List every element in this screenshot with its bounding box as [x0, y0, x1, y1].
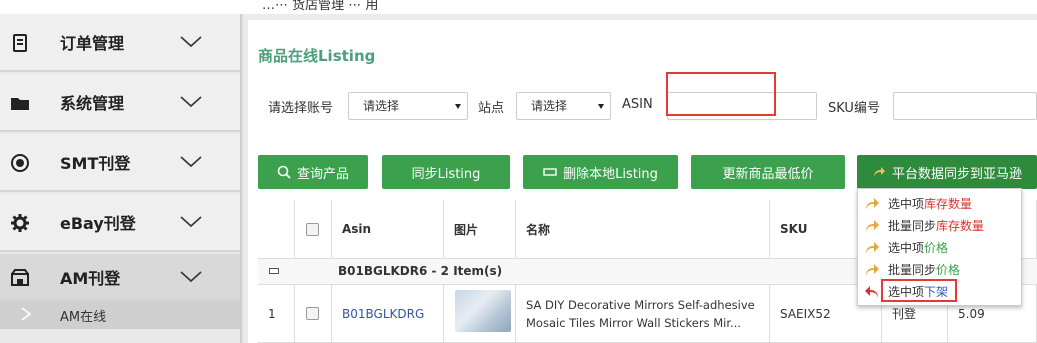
query-products-label: 查询产品 [296, 166, 349, 182]
row-name-line1: SA DIY Decorative Mirrors Self-adhesive [526, 297, 755, 312]
update-lowest-price-button[interactable]: 更新商品最低价 [691, 155, 845, 189]
share-arrow-icon [866, 219, 879, 232]
menu-item-batch-stock[interactable]: 批量同步库存数量 [858, 215, 1023, 236]
gear-icon [11, 214, 29, 232]
table-header-image: 图片 [444, 200, 516, 259]
menu-item-highlight: 价格 [936, 263, 961, 277]
chevron-down-icon [180, 156, 202, 168]
menu-item-prefix: 批量同步 [888, 219, 937, 233]
menu-item-selected-stock[interactable]: 选中项库存数量 [858, 193, 1023, 214]
row-name-cell: SA DIY Decorative Mirrors Self-adhesive … [516, 285, 770, 343]
table-header-asin: Asin [332, 200, 444, 259]
caret-down-icon [598, 104, 604, 109]
folder-icon [11, 98, 29, 110]
account-select[interactable]: 请选择 [348, 92, 468, 120]
delist-highlight-box [881, 279, 957, 302]
sidebar-item-label: eBay刊登 [60, 214, 136, 233]
sidebar-item-smt[interactable]: SMT刊登 [0, 134, 240, 192]
row-checkbox[interactable] [306, 307, 319, 320]
delete-local-listing-label: 删除本地Listing [563, 166, 658, 182]
menu-item-highlight: 价格 [924, 241, 949, 255]
sidebar-subitem-label: AM在线 [60, 310, 107, 325]
update-lowest-price-label: 更新商品最低价 [722, 166, 814, 182]
sidebar-item-system[interactable]: 系统管理 [0, 74, 240, 132]
header-image-label: 图片 [454, 222, 479, 237]
query-products-button[interactable]: 查询产品 [258, 155, 368, 189]
row-price: 5.09 [958, 306, 985, 321]
menu-item-prefix: 选中项 [888, 241, 925, 255]
chevron-right-icon [21, 307, 32, 321]
sidebar-item-label: 订单管理 [60, 34, 125, 53]
asin-highlight-box [666, 72, 776, 116]
table-header-name: 名称 [516, 200, 770, 259]
collapse-toggle-icon[interactable] [269, 268, 279, 274]
menu-item-prefix: 批量同步 [888, 263, 937, 277]
chevron-down-icon [180, 270, 202, 282]
menu-item-highlight: 库存数量 [924, 197, 973, 211]
chevron-down-icon [180, 216, 202, 228]
menu-item-prefix: 选中项 [888, 197, 925, 211]
table-header-index [258, 200, 295, 259]
product-thumbnail[interactable] [455, 290, 511, 332]
platform-sync-amazon-button[interactable]: 平台数据同步到亚马逊 [857, 155, 1037, 189]
minus-box-icon [543, 168, 557, 176]
page-title: 商品在线Listing [258, 47, 376, 65]
caret-down-icon [455, 104, 461, 109]
share-arrow-icon [866, 263, 879, 276]
sku-input[interactable] [893, 92, 1037, 120]
top-strip: …⋯ 货店管理 ⋯ 用 [0, 0, 1037, 14]
header-name-label: 名称 [526, 222, 551, 237]
undo-arrow-icon [865, 285, 878, 298]
menu-item-batch-price[interactable]: 批量同步价格 [858, 259, 1023, 280]
site-label: 站点 [478, 101, 505, 116]
sync-listing-label: 同步Listing [411, 166, 481, 182]
menu-item-selected-price[interactable]: 选中项价格 [858, 237, 1023, 258]
site-select-value: 请选择 [531, 99, 568, 113]
site-select[interactable]: 请选择 [516, 92, 611, 120]
row-asin-link[interactable]: B01BGLKDRG [342, 307, 424, 321]
table-header-select [295, 200, 332, 259]
account-label: 请选择账号 [268, 101, 334, 116]
row-sku: SAEIX52 [780, 306, 831, 321]
sku-label: SKU编号 [828, 101, 880, 116]
group-label: B01BGLKDR6 - 2 Item(s) [338, 264, 503, 278]
row-index: 1 [268, 306, 276, 321]
select-all-checkbox[interactable] [306, 222, 319, 236]
document-icon [13, 34, 27, 52]
sidebar-item-label: SMT刊登 [60, 154, 131, 173]
asin-label: ASIN [622, 97, 653, 112]
row-select-cell [295, 285, 332, 343]
row-asin-cell: B01BGLKDRG [332, 285, 444, 343]
share-arrow-icon [873, 167, 885, 177]
storefront-icon [11, 269, 29, 286]
share-arrow-icon [866, 241, 879, 254]
header-sku-label: SKU [780, 222, 808, 236]
row-index-cell: 1 [258, 285, 295, 343]
sync-listing-button[interactable]: 同步Listing [382, 155, 510, 189]
row-status: 刊登 [892, 307, 917, 321]
chevron-down-icon [180, 36, 202, 48]
account-select-value: 请选择 [363, 99, 400, 113]
sidebar-item-label: AM刊登 [60, 268, 121, 288]
sidebar-item-ebay[interactable]: eBay刊登 [0, 194, 240, 252]
search-icon [277, 165, 291, 179]
sidebar-subitem-am-online[interactable]: AM在线 [0, 301, 240, 329]
row-name-line2: Mosaic Tiles Mirror Wall Stickers Mir... [526, 315, 742, 330]
top-strip-text: …⋯ 货店管理 ⋯ 用 [262, 0, 379, 13]
sidebar-item-am[interactable]: AM刊登 [0, 254, 240, 301]
delete-local-listing-button[interactable]: 删除本地Listing [523, 155, 678, 189]
dollar-circle-icon [11, 154, 29, 172]
sidebar-item-orders[interactable]: 订单管理 [0, 14, 240, 72]
platform-sync-amazon-label: 平台数据同步到亚马逊 [891, 166, 1022, 182]
menu-item-highlight: 库存数量 [936, 219, 985, 233]
sidebar-item-label: 系统管理 [60, 94, 125, 113]
header-asin-label: Asin [342, 222, 372, 236]
chevron-down-icon [180, 96, 202, 108]
share-arrow-icon [866, 197, 879, 210]
